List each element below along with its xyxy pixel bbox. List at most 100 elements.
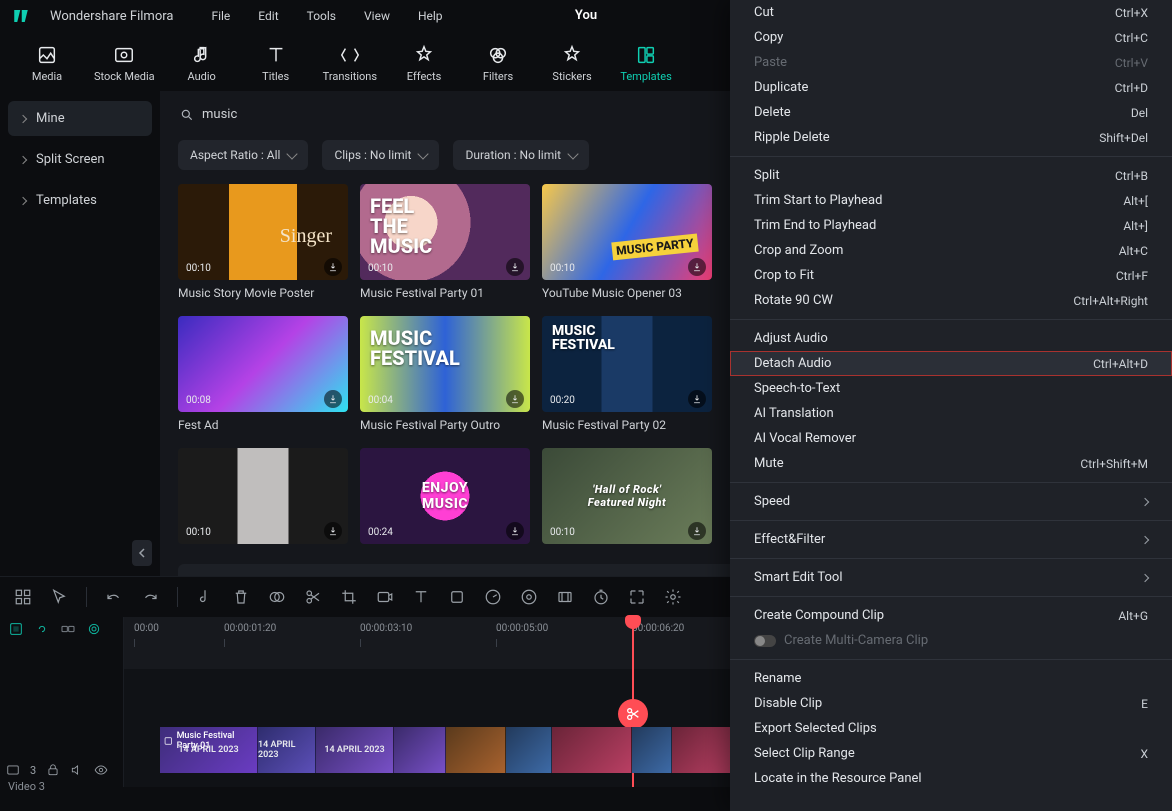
- ctx-smart-edit-tool[interactable]: Smart Edit Tool: [730, 565, 1172, 590]
- timeline-camera-icon[interactable]: [86, 621, 102, 637]
- tl-trash-button[interactable]: [232, 588, 250, 606]
- template-thumbnail[interactable]: 'Hall of Rock' Featured Night00:10: [542, 448, 712, 544]
- lock-icon[interactable]: [46, 763, 60, 777]
- timeline-marker-icon[interactable]: [8, 621, 24, 637]
- menu-file[interactable]: File: [211, 9, 230, 23]
- timeline-clip[interactable]: [446, 727, 506, 773]
- download-icon[interactable]: [688, 390, 706, 408]
- speaker-icon[interactable]: [70, 763, 84, 777]
- ctx-effect-filter[interactable]: Effect&Filter: [730, 527, 1172, 552]
- ctx-select-clip-range[interactable]: Select Clip RangeX: [730, 741, 1172, 766]
- tl-square-button[interactable]: [448, 588, 466, 606]
- download-icon[interactable]: [506, 522, 524, 540]
- menu-help[interactable]: Help: [418, 9, 443, 23]
- timeline-clip[interactable]: Music Festival Party 0114 APRIL 2023: [160, 727, 258, 773]
- collapse-sidebar-button[interactable]: [132, 540, 152, 566]
- ctx-adjust-audio[interactable]: Adjust Audio: [730, 326, 1172, 351]
- ctx-ripple-delete[interactable]: Ripple DeleteShift+Del: [730, 125, 1172, 150]
- top-tab-you[interactable]: You: [575, 8, 597, 23]
- download-icon[interactable]: [506, 390, 524, 408]
- ctx-cut[interactable]: CutCtrl+X: [730, 0, 1172, 25]
- tl-timer-button[interactable]: [592, 588, 610, 606]
- template-card[interactable]: 00:08Fest Ad: [178, 316, 348, 432]
- menu-view[interactable]: View: [364, 9, 390, 23]
- template-card[interactable]: Singer00:10Music Story Movie Poster: [178, 184, 348, 300]
- timeline-clip[interactable]: [632, 727, 672, 773]
- sidebar-item-templates[interactable]: Templates: [8, 183, 152, 218]
- ctx-speech-to-text[interactable]: Speech-to-Text: [730, 376, 1172, 401]
- download-icon[interactable]: [324, 258, 342, 276]
- ctx-copy[interactable]: CopyCtrl+C: [730, 25, 1172, 50]
- ctx-ai-translation[interactable]: AI Translation: [730, 401, 1172, 426]
- download-icon[interactable]: [688, 258, 706, 276]
- filter-aspect-ratio[interactable]: Aspect Ratio : All: [178, 140, 308, 170]
- ctx-create-compound-clip[interactable]: Create Compound ClipAlt+G: [730, 603, 1172, 628]
- ctx-delete[interactable]: DeleteDel: [730, 100, 1172, 125]
- tool-effects[interactable]: Effects: [397, 44, 451, 83]
- tool-filters[interactable]: Filters: [471, 44, 525, 83]
- ctx-detach-audio[interactable]: Detach AudioCtrl+Alt+D: [730, 351, 1172, 376]
- template-thumbnail[interactable]: 00:10: [178, 448, 348, 544]
- ctx-mute[interactable]: MuteCtrl+Shift+M: [730, 451, 1172, 476]
- tl-undo-button[interactable]: [105, 588, 123, 606]
- ctx-duplicate[interactable]: DuplicateCtrl+D: [730, 75, 1172, 100]
- ctx-export-selected-clips[interactable]: Export Selected Clips: [730, 716, 1172, 741]
- tool-stickers[interactable]: Stickers: [545, 44, 599, 83]
- tool-media[interactable]: Media: [20, 44, 74, 83]
- timeline-clip[interactable]: 14 APRIL 2023: [316, 727, 394, 773]
- timeline-clip[interactable]: 14 APRIL 2023: [258, 727, 316, 773]
- filter-clips[interactable]: Clips : No limit: [322, 140, 439, 170]
- ctx-trim-end-to-playhead[interactable]: Trim End to PlayheadAlt+]: [730, 213, 1172, 238]
- template-card[interactable]: 'Hall of Rock' Featured Night00:10: [542, 448, 712, 550]
- ctx-rotate-90-cw[interactable]: Rotate 90 CWCtrl+Alt+Right: [730, 288, 1172, 313]
- ctx-split[interactable]: SplitCtrl+B: [730, 163, 1172, 188]
- timeline-clip[interactable]: [506, 727, 552, 773]
- tl-frame-button[interactable]: [556, 588, 574, 606]
- download-icon[interactable]: [324, 390, 342, 408]
- timeline-group-icon[interactable]: [60, 621, 76, 637]
- template-thumbnail[interactable]: FEELTHEMUSIC00:10: [360, 184, 530, 280]
- context-menu[interactable]: CutCtrl+XCopyCtrl+CPasteCtrl+VDuplicateC…: [730, 0, 1172, 811]
- ctx-speed[interactable]: Speed: [730, 489, 1172, 514]
- ctx-disable-clip[interactable]: Disable ClipE: [730, 691, 1172, 716]
- template-thumbnail[interactable]: 00:08: [178, 316, 348, 412]
- eye-icon[interactable]: [94, 763, 108, 777]
- template-thumbnail[interactable]: MUSICFESTIVAL00:04: [360, 316, 530, 412]
- download-icon[interactable]: [688, 522, 706, 540]
- timeline-link-icon[interactable]: [34, 621, 50, 637]
- menu-tools[interactable]: Tools: [307, 9, 336, 23]
- tl-marker-button[interactable]: [196, 588, 214, 606]
- template-thumbnail[interactable]: MUSICFESTIVAL00:20: [542, 316, 712, 412]
- template-card[interactable]: 00:10: [178, 448, 348, 550]
- tl-record-button[interactable]: [376, 588, 394, 606]
- tl-crop-button[interactable]: [340, 588, 358, 606]
- tool-templates[interactable]: Templates: [619, 44, 673, 83]
- tl-expand-button[interactable]: [628, 588, 646, 606]
- tool-stock[interactable]: Stock Media: [94, 44, 155, 83]
- ctx-crop-to-fit[interactable]: Crop to FitCtrl+F: [730, 263, 1172, 288]
- template-thumbnail[interactable]: ENJOY MUSIC00:24: [360, 448, 530, 544]
- ctx-crop-and-zoom[interactable]: Crop and ZoomAlt+C: [730, 238, 1172, 263]
- scissors-icon[interactable]: [618, 699, 648, 729]
- template-thumbnail[interactable]: Singer00:10: [178, 184, 348, 280]
- tool-transitions[interactable]: Transitions: [323, 44, 377, 83]
- tl-speed-button[interactable]: [484, 588, 502, 606]
- download-icon[interactable]: [506, 258, 524, 276]
- template-card[interactable]: MUSICFESTIVAL00:04Music Festival Party O…: [360, 316, 530, 432]
- menu-edit[interactable]: Edit: [258, 9, 278, 23]
- tl-color-button[interactable]: [520, 588, 538, 606]
- template-card[interactable]: MUSIC PARTY00:10YouTube Music Opener 03: [542, 184, 712, 300]
- tl-redo-button[interactable]: [141, 588, 159, 606]
- sidebar-item-split-screen[interactable]: Split Screen: [8, 142, 152, 177]
- template-card[interactable]: FEELTHEMUSIC00:10Music Festival Party 01: [360, 184, 530, 300]
- tool-audio[interactable]: Audio: [175, 44, 229, 83]
- tl-cut-button[interactable]: [304, 588, 322, 606]
- tl-text-button[interactable]: [412, 588, 430, 606]
- tl-mask-button[interactable]: [268, 588, 286, 606]
- tool-titles[interactable]: Titles: [249, 44, 303, 83]
- ctx-rename[interactable]: Rename: [730, 666, 1172, 691]
- tl-settings-button[interactable]: [664, 588, 682, 606]
- timeline-clip[interactable]: [552, 727, 632, 773]
- ctx-trim-start-to-playhead[interactable]: Trim Start to PlayheadAlt+[: [730, 188, 1172, 213]
- tl-cursor-button[interactable]: [50, 588, 68, 606]
